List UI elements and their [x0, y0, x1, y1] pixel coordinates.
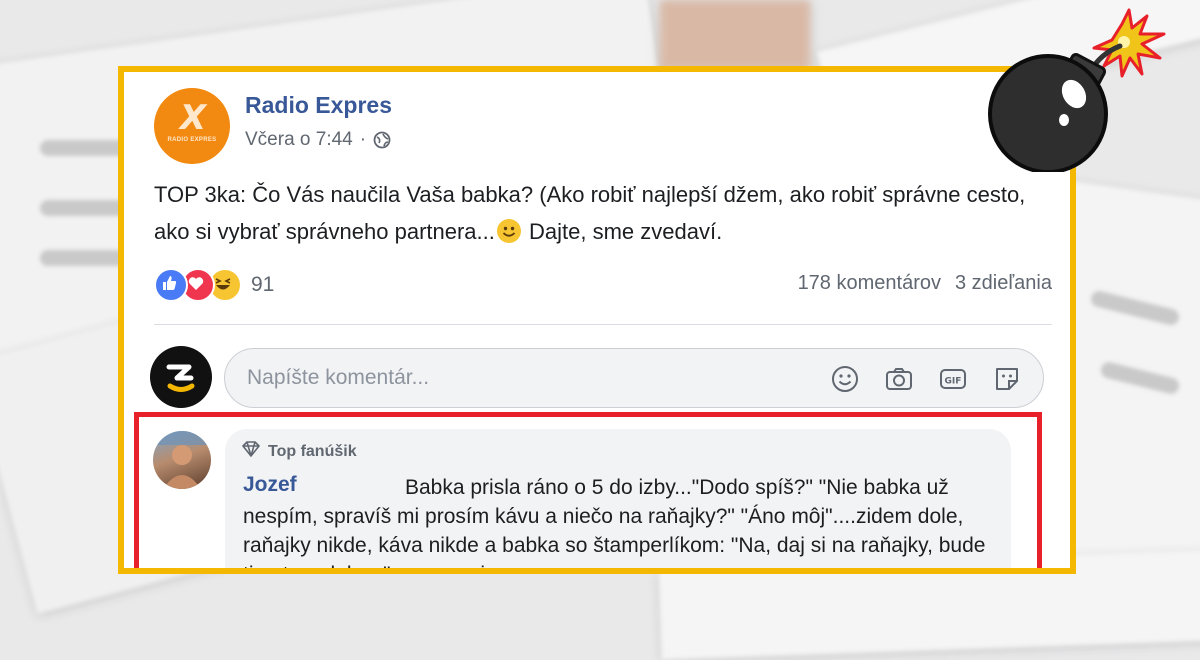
- background-photo: [660, 0, 810, 70]
- page-avatar[interactable]: X RADIO EXPRES: [154, 88, 230, 164]
- comment-text: Babka prisla ráno o 5 do izby..."Dodo sp…: [243, 473, 993, 568]
- logo-caption: RADIO EXPRES: [167, 137, 217, 143]
- comment-text-body: Babka prisla ráno o 5 do izby..."Dodo sp…: [243, 476, 986, 568]
- facebook-post: X RADIO EXPRES Radio Expres Včera o 7:44…: [118, 66, 1076, 574]
- gif-icon[interactable]: GIF: [937, 363, 969, 395]
- camera-icon[interactable]: [883, 363, 915, 395]
- comment-input-placeholder: Napíšte komentár...: [247, 366, 430, 389]
- comment-input[interactable]: Napíšte komentár... GIF: [224, 348, 1044, 408]
- comment-input-actions: GIF: [829, 363, 1023, 395]
- smiley-emoji-icon: [496, 219, 521, 243]
- meta-separator: ·: [359, 129, 367, 150]
- post-text-end: Dajte, sme zvedaví.: [522, 219, 723, 244]
- commenter-avatar[interactable]: [153, 431, 211, 489]
- bomb-icon: [988, 8, 1166, 172]
- like-reaction-icon: [154, 268, 188, 302]
- globe-icon: [373, 131, 391, 149]
- shares-count-link[interactable]: 3 zdieľania: [955, 272, 1052, 295]
- sticker-icon[interactable]: [991, 363, 1023, 395]
- highlighted-comment: Top fanúšik Jozef Babka prisla ráno o 5 …: [134, 412, 1042, 568]
- post-stats: 178 komentárov 3 zdieľania: [798, 272, 1052, 295]
- comment-bubble: Top fanúšik Jozef Babka prisla ráno o 5 …: [225, 429, 1011, 568]
- background-text-line: [40, 200, 130, 216]
- smiley-icon[interactable]: [829, 363, 861, 395]
- post-meta: Včera o 7:44 ·: [245, 129, 391, 151]
- post-body: TOP 3ka: Čo Vás naučila Vaša babka? (Ako…: [154, 176, 1034, 250]
- logo-letter: X: [179, 98, 206, 138]
- badge-label: Top fanúšik: [268, 442, 357, 460]
- top-fan-badge: Top fanúšik: [241, 441, 357, 462]
- diamond-icon: [241, 441, 261, 462]
- current-user-avatar[interactable]: [150, 346, 212, 408]
- reactions-summary[interactable]: 91: [154, 268, 274, 302]
- divider: [154, 324, 1052, 325]
- post-timestamp[interactable]: Včera o 7:44: [245, 129, 353, 151]
- page-name-link[interactable]: Radio Expres: [245, 92, 392, 119]
- svg-text:GIF: GIF: [945, 377, 962, 387]
- reaction-count: 91: [251, 273, 275, 296]
- comments-count-link[interactable]: 178 komentárov: [798, 272, 941, 295]
